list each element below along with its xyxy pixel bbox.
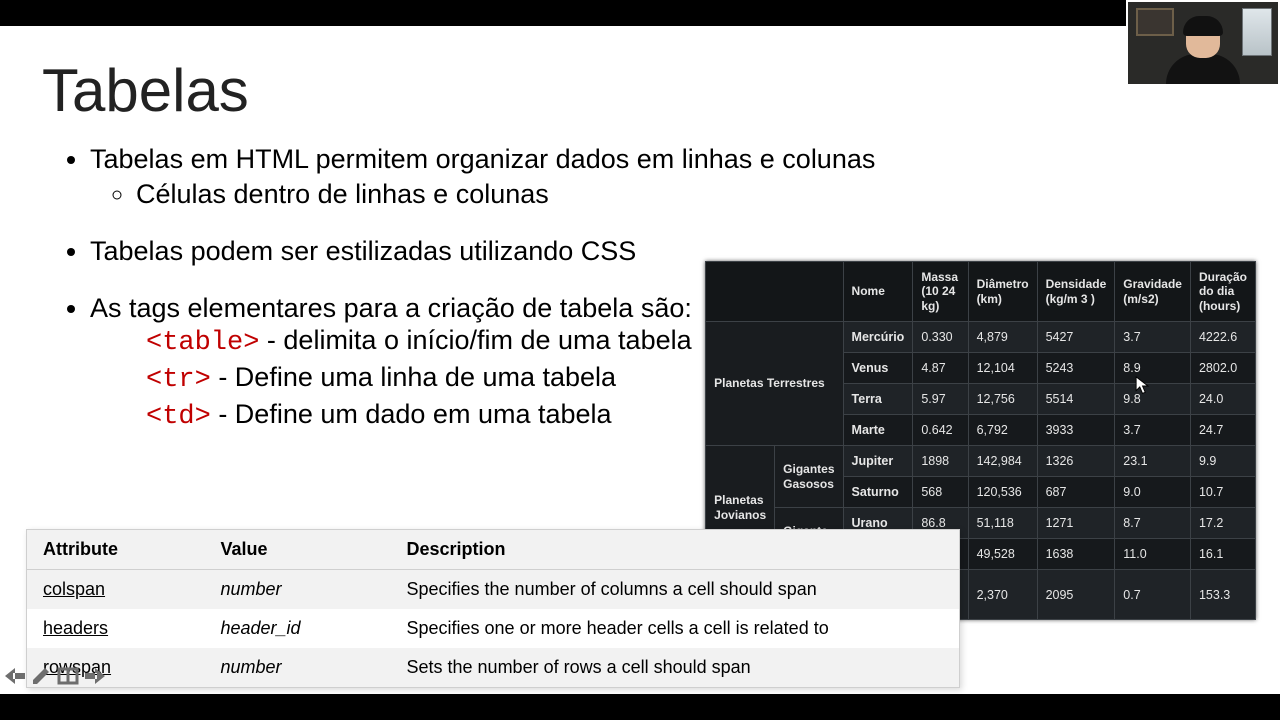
cell: 0.642	[913, 415, 968, 446]
cell: 687	[1037, 477, 1115, 508]
slide-nav	[3, 666, 107, 686]
row-header: Venus	[843, 353, 913, 384]
cell: 5427	[1037, 322, 1115, 353]
tag-desc: - Define um dado em uma tabela	[211, 399, 612, 429]
slide-title: Tabelas	[42, 56, 249, 125]
row-header: Mercúrio	[843, 322, 913, 353]
cell: 24.0	[1190, 384, 1255, 415]
table-header-row: Nome Massa (10 24 kg) Diâmetro (km) Dens…	[706, 262, 1256, 322]
slide: Tabelas Tabelas em HTML permitem organiz…	[0, 26, 1280, 694]
cell: Specifies one or more header cells a cel…	[391, 609, 960, 648]
webcam-overlay	[1126, 0, 1280, 86]
row-header: Saturno	[843, 477, 913, 508]
col-header: Duração do dia (hours)	[1190, 262, 1255, 322]
cell: 11.0	[1115, 539, 1191, 570]
bullet: Tabelas em HTML permitem organizar dados…	[90, 144, 1240, 210]
row-header: Jupiter	[843, 446, 913, 477]
table-row: rowspan number Sets the number of rows a…	[27, 648, 960, 688]
cell: 9.8	[1115, 384, 1191, 415]
bullet-text: Tabelas em HTML permitem organizar dados…	[90, 144, 875, 174]
row-header: Terra	[843, 384, 913, 415]
cell: 9.0	[1115, 477, 1191, 508]
cell: 51,118	[968, 508, 1037, 539]
cell: 23.1	[1115, 446, 1191, 477]
cell: 17.2	[1190, 508, 1255, 539]
col-header: Nome	[843, 262, 913, 322]
cell: 4222.6	[1190, 322, 1255, 353]
row-group: Planetas Terrestres	[706, 322, 843, 446]
cell: 568	[913, 477, 968, 508]
table-header-row: Attribute Value Description	[27, 530, 960, 570]
table-row: colspan number Specifies the number of c…	[27, 570, 960, 610]
cell: 12,756	[968, 384, 1037, 415]
cell: 16.1	[1190, 539, 1255, 570]
row-subgroup: Gigantes Gasosos	[775, 446, 843, 508]
cell: 4.87	[913, 353, 968, 384]
attr-link[interactable]: colspan	[27, 570, 205, 610]
cell: 8.9	[1115, 353, 1191, 384]
cursor-icon	[1135, 376, 1150, 396]
cell: 0.330	[913, 322, 968, 353]
cell: Sets the number of rows a cell should sp…	[391, 648, 960, 688]
table-row: headers header_id Specifies one or more …	[27, 609, 960, 648]
next-slide-icon[interactable]	[83, 666, 107, 686]
sub-bullet: Células dentro de linhas e colunas	[136, 179, 1240, 210]
cell: 4,879	[968, 322, 1037, 353]
col-header: Densidade (kg/m 3 )	[1037, 262, 1115, 322]
table-row: Planetas Terrestres Mercúrio 0.330 4,879…	[706, 322, 1256, 353]
cell: 24.7	[1190, 415, 1255, 446]
cell: 2095	[1037, 570, 1115, 620]
cell: 142,984	[968, 446, 1037, 477]
tag-keyword: <td>	[146, 402, 211, 432]
col-header: Attribute	[27, 530, 205, 570]
col-header: Value	[205, 530, 391, 570]
cell: number	[205, 570, 391, 610]
table-corner	[706, 262, 843, 322]
cell: 5.97	[913, 384, 968, 415]
cell: 1638	[1037, 539, 1115, 570]
cell: 5514	[1037, 384, 1115, 415]
cell: 1898	[913, 446, 968, 477]
cell: 2802.0	[1190, 353, 1255, 384]
cell: 3933	[1037, 415, 1115, 446]
table-row: Planetas Jovianos Gigantes Gasosos Jupit…	[706, 446, 1256, 477]
cell: 8.7	[1115, 508, 1191, 539]
cell: 5243	[1037, 353, 1115, 384]
cell: 3.7	[1115, 322, 1191, 353]
prev-slide-icon[interactable]	[3, 666, 27, 686]
tag-desc: - Define uma linha de uma tabela	[211, 362, 616, 392]
cell: 3.7	[1115, 415, 1191, 446]
slide-sorter-icon[interactable]	[57, 666, 79, 686]
cell: 10.7	[1190, 477, 1255, 508]
attribute-ref-table: Attribute Value Description colspan numb…	[26, 529, 960, 688]
cell: 120,536	[968, 477, 1037, 508]
attr-link[interactable]: headers	[27, 609, 205, 648]
row-header: Marte	[843, 415, 913, 446]
cell: 2,370	[968, 570, 1037, 620]
cell: header_id	[205, 609, 391, 648]
tag-keyword: <tr>	[146, 365, 211, 395]
tag-desc: - delimita o início/fim de uma tabela	[259, 325, 691, 355]
cell: Specifies the number of columns a cell s…	[391, 570, 960, 610]
bullet-text: As tags elementares para a criação de ta…	[90, 293, 692, 323]
cell: number	[205, 648, 391, 688]
col-header: Gravidade (m/s2)	[1115, 262, 1191, 322]
window-background	[1242, 8, 1272, 56]
cell: 153.3	[1190, 570, 1255, 620]
tag-keyword: <table>	[146, 328, 259, 358]
cell: 6,792	[968, 415, 1037, 446]
cell: 1271	[1037, 508, 1115, 539]
col-header: Description	[391, 530, 960, 570]
col-header: Massa (10 24 kg)	[913, 262, 968, 322]
cell: 49,528	[968, 539, 1037, 570]
cell: 0.7	[1115, 570, 1191, 620]
cell: 12,104	[968, 353, 1037, 384]
presenter	[1166, 24, 1240, 84]
pen-icon[interactable]	[31, 666, 53, 686]
cell: 9.9	[1190, 446, 1255, 477]
col-header: Diâmetro (km)	[968, 262, 1037, 322]
cell: 1326	[1037, 446, 1115, 477]
